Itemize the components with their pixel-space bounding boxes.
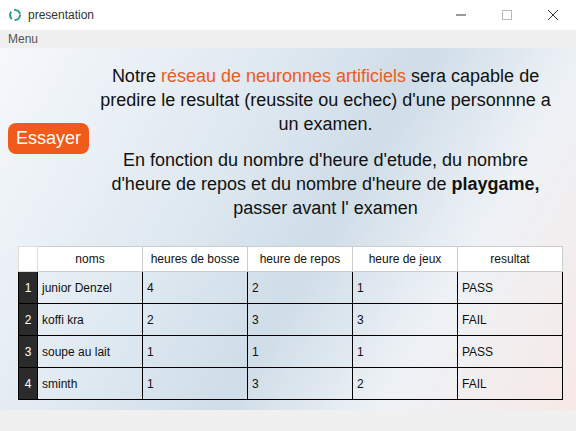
table-cell[interactable]: 3 bbox=[353, 304, 458, 336]
close-icon[interactable] bbox=[530, 0, 576, 30]
row-index: 2 bbox=[19, 304, 38, 336]
corner-cell bbox=[19, 247, 38, 272]
intro-paragraph: En fonction du nombre d'heure d'etude, d… bbox=[93, 148, 558, 220]
row-index: 3 bbox=[19, 336, 38, 368]
table-cell[interactable]: 1 bbox=[353, 272, 458, 304]
text-segment: passer avant l' examen bbox=[233, 198, 418, 218]
table-cell[interactable]: 3 bbox=[248, 368, 353, 400]
intro-paragraph: Notre réseau de neuronnes artificiels se… bbox=[93, 64, 558, 136]
bottom-strip bbox=[0, 410, 576, 431]
column-header[interactable]: heures de bosse bbox=[143, 247, 248, 272]
menu-item[interactable]: Menu bbox=[8, 32, 38, 46]
results-table: nomsheures de bosseheure de reposheure d… bbox=[18, 246, 563, 400]
text-segment: Notre bbox=[112, 66, 161, 86]
content-area: Essayer Notre réseau de neuronnes artifi… bbox=[0, 48, 576, 410]
table-cell[interactable]: 2 bbox=[353, 368, 458, 400]
column-header[interactable]: heure de repos bbox=[248, 247, 353, 272]
window-title: presentation bbox=[28, 8, 94, 22]
title-bar: presentation bbox=[0, 0, 576, 30]
column-header[interactable]: resultat bbox=[458, 247, 563, 272]
table-cell[interactable]: 3 bbox=[248, 304, 353, 336]
table-cell[interactable]: 1 bbox=[353, 336, 458, 368]
table-cell[interactable]: FAIL bbox=[458, 304, 563, 336]
table-cell[interactable]: sminth bbox=[38, 368, 143, 400]
row-index: 1 bbox=[19, 272, 38, 304]
text-segment: réseau de neuronnes artificiels bbox=[161, 66, 406, 86]
table-cell[interactable]: junior Denzel bbox=[38, 272, 143, 304]
table-cell[interactable]: PASS bbox=[458, 336, 563, 368]
table-cell[interactable]: koffi kra bbox=[38, 304, 143, 336]
table-row[interactable]: 4sminth132FAIL bbox=[19, 368, 563, 400]
table-row[interactable]: 1junior Denzel421PASS bbox=[19, 272, 563, 304]
app-window: presentation Menu Essayer Notre réseau d… bbox=[0, 0, 576, 431]
maximize-icon[interactable] bbox=[484, 0, 530, 30]
table-cell[interactable]: 1 bbox=[143, 368, 248, 400]
table-cell[interactable]: 2 bbox=[248, 272, 353, 304]
table-row[interactable]: 3soupe au lait111PASS bbox=[19, 336, 563, 368]
table-cell[interactable]: soupe au lait bbox=[38, 336, 143, 368]
app-icon bbox=[8, 8, 22, 22]
table-cell[interactable]: 2 bbox=[143, 304, 248, 336]
text-segment: playgame, bbox=[452, 174, 540, 194]
table-cell[interactable]: PASS bbox=[458, 272, 563, 304]
header-row: nomsheures de bosseheure de reposheure d… bbox=[19, 247, 563, 272]
table-cell[interactable]: FAIL bbox=[458, 368, 563, 400]
row-index: 4 bbox=[19, 368, 38, 400]
table-row[interactable]: 2koffi kra233FAIL bbox=[19, 304, 563, 336]
column-header[interactable]: noms bbox=[38, 247, 143, 272]
try-button[interactable]: Essayer bbox=[8, 123, 89, 154]
table-cell[interactable]: 1 bbox=[143, 336, 248, 368]
column-header[interactable]: heure de jeux bbox=[353, 247, 458, 272]
minimize-icon[interactable] bbox=[438, 0, 484, 30]
menu-bar: Menu bbox=[0, 30, 576, 48]
table-cell[interactable]: 4 bbox=[143, 272, 248, 304]
intro-text: Notre réseau de neuronnes artificiels se… bbox=[89, 64, 558, 232]
table-cell[interactable]: 1 bbox=[248, 336, 353, 368]
